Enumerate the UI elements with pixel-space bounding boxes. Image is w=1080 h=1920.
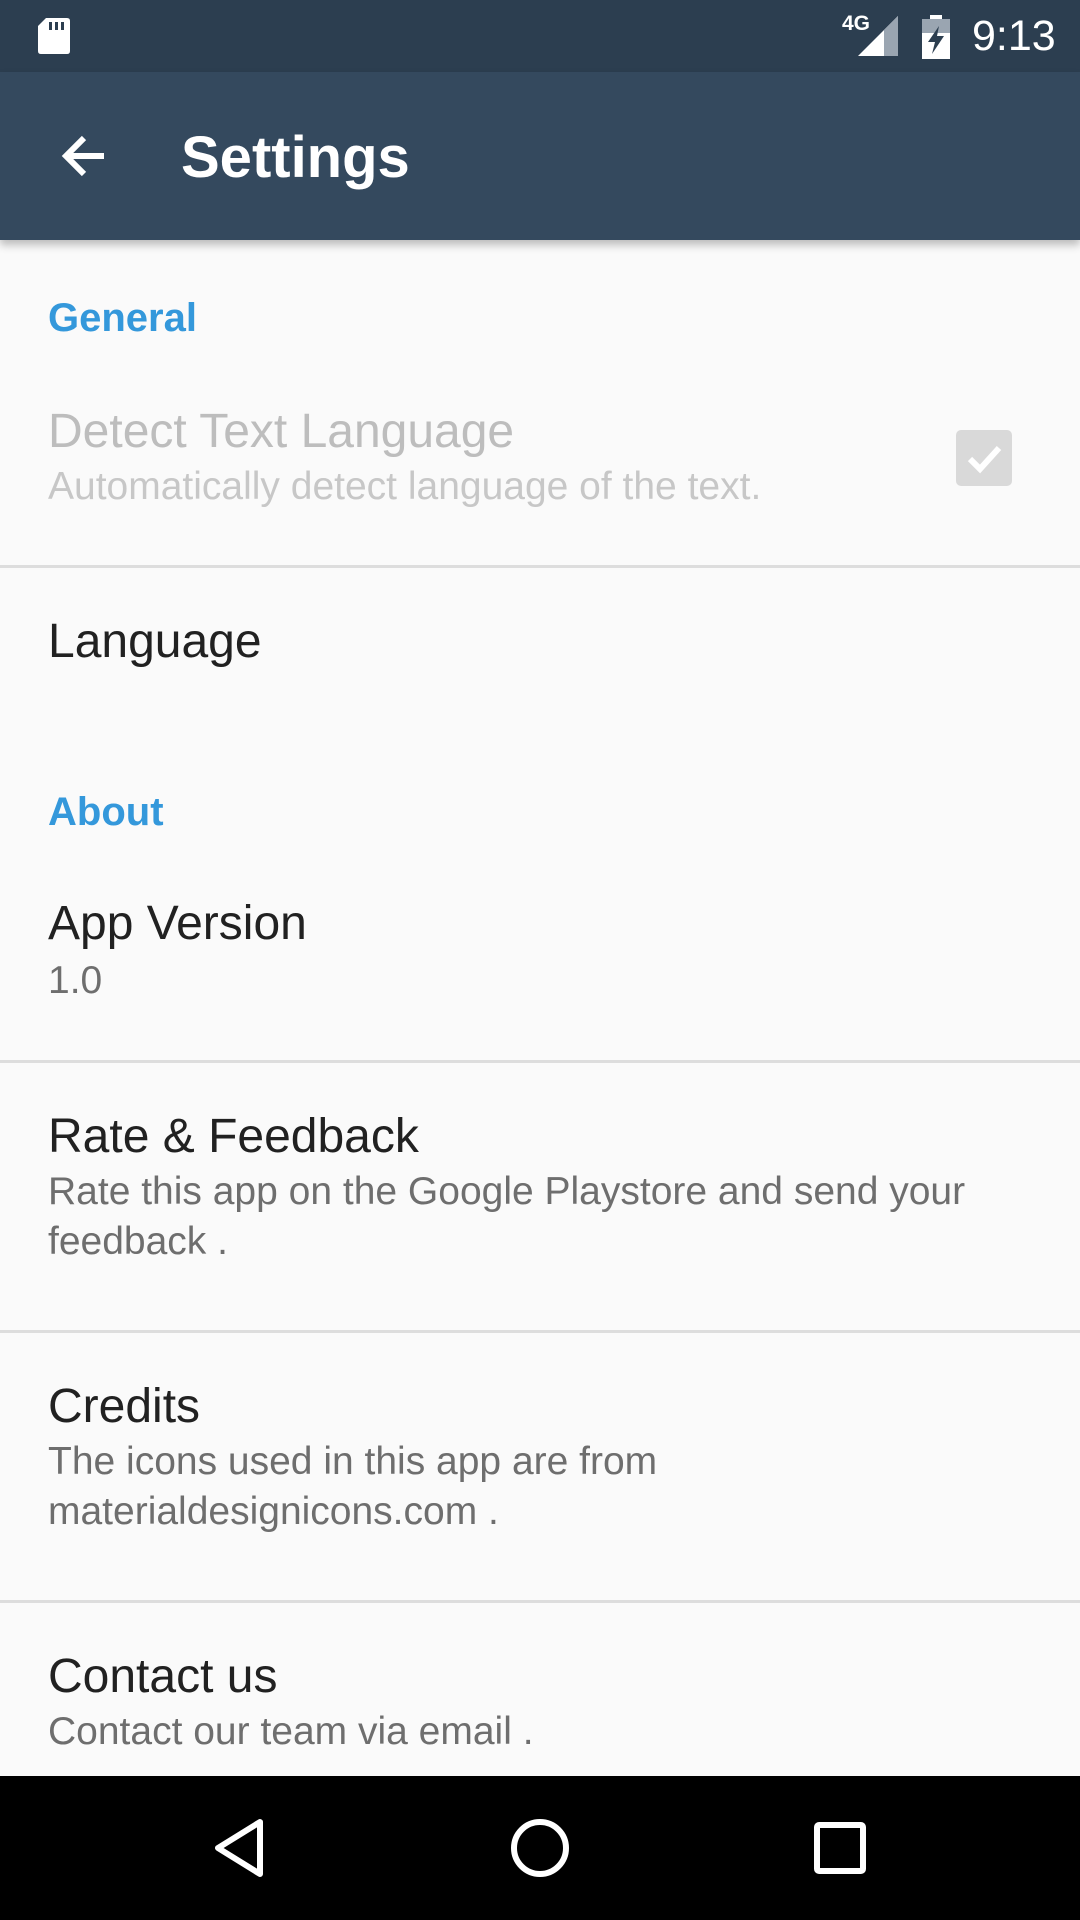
pref-rate-feedback[interactable]: Rate & Feedback Rate this app on the Goo… xyxy=(0,1063,1080,1330)
back-triangle-icon xyxy=(215,1819,263,1877)
page-title: Settings xyxy=(181,125,410,190)
settings-screen: 4G 9:13 Settings General Detect Text Lan… xyxy=(0,0,1080,1920)
signal-icon xyxy=(858,16,898,56)
nav-home-button[interactable] xyxy=(490,1798,590,1898)
pref-title: App Version xyxy=(48,897,307,950)
pref-credits[interactable]: Credits The icons used in this app are f… xyxy=(0,1333,1080,1600)
pref-summary: Automatically detect language of the tex… xyxy=(48,465,762,508)
pref-app-version[interactable]: App Version 1.0 xyxy=(0,850,1080,1060)
home-circle-icon xyxy=(511,1819,569,1877)
pref-title: Contact us xyxy=(48,1650,278,1703)
toolbar: Settings xyxy=(0,72,1080,240)
pref-detect-text-language[interactable]: Detect Text Language Automatically detec… xyxy=(0,240,1080,566)
pref-summary: 1.0 xyxy=(48,959,103,1002)
back-button[interactable] xyxy=(40,112,128,200)
sd-card-icon xyxy=(38,18,70,54)
status-clock: 9:13 xyxy=(972,12,1056,60)
pref-title: Detect Text Language xyxy=(48,405,515,458)
pref-title: Rate & Feedback xyxy=(48,1110,419,1163)
pref-language[interactable]: Language xyxy=(0,568,1080,728)
check-icon xyxy=(967,445,1002,474)
recents-square-icon xyxy=(814,1822,866,1874)
arrow-left-icon xyxy=(61,135,104,177)
category-about-header: About xyxy=(48,790,164,834)
nav-back-button[interactable] xyxy=(190,1798,290,1898)
pref-summary: Contact our team via email . xyxy=(48,1710,534,1753)
system-nav-bar xyxy=(0,1776,1080,1920)
pref-title: Language xyxy=(48,615,262,668)
pref-summary: The icons used in this app are from mate… xyxy=(48,1440,658,1533)
nav-recents-button[interactable] xyxy=(790,1798,890,1898)
pref-contact-us[interactable]: Contact us Contact our team via email . xyxy=(0,1603,1080,1776)
status-bar: 4G 9:13 xyxy=(0,0,1080,72)
battery-charging-icon xyxy=(922,15,950,59)
pref-title: Credits xyxy=(48,1380,201,1433)
pref-summary: Rate this app on the Google Playstore an… xyxy=(48,1170,966,1263)
preference-list[interactable]: General Detect Text Language Automatical… xyxy=(0,240,1080,1776)
detect-language-checkbox[interactable] xyxy=(956,430,1012,486)
